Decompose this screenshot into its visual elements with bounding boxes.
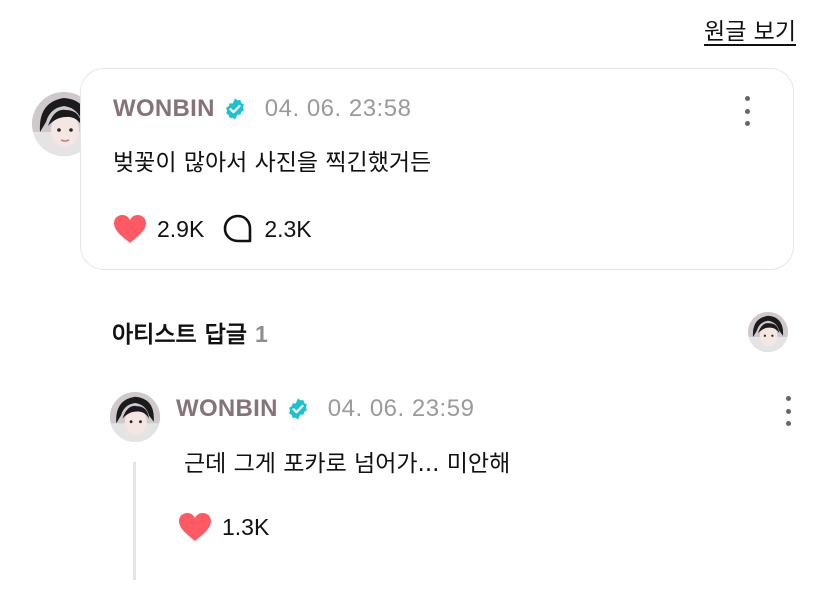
post-stats: 2.9K 2.3K	[113, 213, 312, 245]
reply-header: WONBIN 04. 06. 23:59	[176, 395, 474, 423]
more-options-icon[interactable]	[778, 396, 798, 426]
post-timestamp: 04. 06. 23:58	[264, 95, 412, 122]
heart-icon[interactable]	[178, 512, 212, 542]
post-header: WONBIN 04. 06. 23:58	[113, 95, 411, 123]
reply-like-count: 1.3K	[222, 513, 270, 540]
post-text: 벚꽃이 많아서 사진을 찍긴했거든	[113, 150, 432, 176]
verified-icon	[223, 97, 247, 121]
reply-stats: 1.3K	[178, 512, 269, 542]
artist-replies-count: 1	[254, 321, 268, 347]
view-original-link[interactable]: 원글 보기	[704, 12, 796, 46]
comment-count: 2.3K	[264, 215, 312, 242]
artist-replies-title: 아티스트 답글 1	[112, 315, 268, 349]
reply-author-name[interactable]: WONBIN	[176, 395, 278, 423]
artist-replies-label: 아티스트 답글	[112, 322, 247, 348]
like-count: 2.9K	[157, 215, 205, 242]
avatar[interactable]	[748, 312, 788, 352]
avatar[interactable]	[110, 392, 160, 442]
verified-icon	[286, 397, 310, 421]
more-options-icon[interactable]	[737, 96, 757, 126]
post-card: WONBIN 04. 06. 23:58 벚꽃이 많아서 사진을 찍긴했거든 2…	[80, 68, 794, 270]
heart-icon[interactable]	[113, 214, 147, 244]
comment-icon[interactable]	[222, 213, 254, 245]
author-name[interactable]: WONBIN	[113, 95, 215, 123]
reply-timestamp: 04. 06. 23:59	[327, 395, 475, 422]
reply-text: 근데 그게 포카로 넘어가... 미안해	[184, 451, 511, 477]
thread-line	[133, 462, 136, 580]
